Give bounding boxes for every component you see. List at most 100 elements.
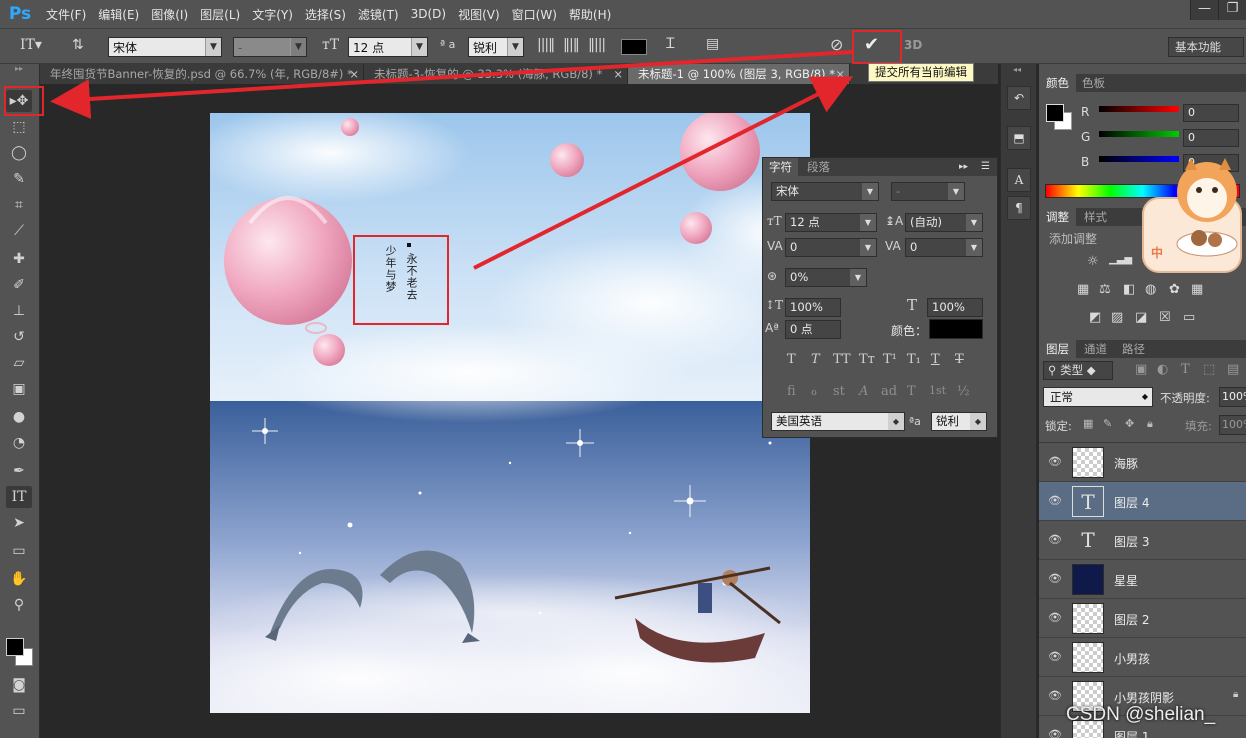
- filter-type-icon[interactable]: T: [1181, 362, 1190, 377]
- menu-file[interactable]: 文件(F): [40, 6, 92, 23]
- eye-icon[interactable]: 👁︎: [1048, 455, 1062, 469]
- selective-color-icon[interactable]: ☒: [1159, 310, 1171, 325]
- cp-antialias-dropdown[interactable]: 锐利 ◆: [931, 412, 987, 431]
- stylistic-alternates-button[interactable]: ad: [881, 384, 897, 399]
- tab-styles[interactable]: 样式: [1077, 208, 1114, 226]
- 3d-panel-icon[interactable]: ⬒: [1007, 126, 1031, 150]
- filter-pixel-icon[interactable]: ▣: [1135, 362, 1147, 377]
- character-panel-icon[interactable]: A: [1007, 168, 1031, 192]
- bw-icon[interactable]: ◧: [1123, 282, 1135, 297]
- filter-smart-icon[interactable]: ▤: [1227, 362, 1239, 377]
- layer-row[interactable]: 👁︎ 海豚: [1039, 443, 1246, 482]
- antialias-dropdown[interactable]: 锐利 ▼: [468, 37, 524, 57]
- align-center-icon[interactable]: ‖|‖: [563, 37, 580, 53]
- fill-field[interactable]: 100%: [1219, 415, 1246, 435]
- cp-horizontal-scale-field[interactable]: 100%: [927, 298, 983, 317]
- brush-tool-icon[interactable]: ✐: [6, 274, 32, 296]
- crop-tool-icon[interactable]: ⌗: [6, 194, 32, 216]
- eye-icon[interactable]: 👁︎: [1048, 611, 1062, 625]
- lock-all-icon[interactable]: 🔒︎: [1147, 417, 1153, 431]
- restore-button[interactable]: ❐: [1218, 0, 1246, 20]
- g-value-field[interactable]: 0: [1183, 129, 1239, 147]
- gradient-map-icon[interactable]: ▭: [1183, 310, 1195, 325]
- cp-color-swatch[interactable]: [929, 319, 983, 339]
- superscript-button[interactable]: T¹: [883, 352, 897, 367]
- warp-text-icon[interactable]: Ꮖ: [666, 36, 675, 52]
- toggle-orientation-icon[interactable]: ⇅: [72, 37, 84, 53]
- layer-row[interactable]: 👁︎ 小男孩: [1039, 638, 1246, 677]
- text-color-swatch[interactable]: [621, 39, 647, 55]
- type-tool-preset-icon[interactable]: IT▾: [20, 37, 42, 53]
- paragraph-panel-icon[interactable]: ¶: [1007, 196, 1031, 220]
- color-lookup-icon[interactable]: ▦: [1191, 282, 1203, 297]
- eye-icon[interactable]: 👁︎: [1048, 572, 1062, 586]
- layer-row-selected[interactable]: 👁︎ T 图层 4: [1039, 482, 1246, 521]
- r-slider[interactable]: [1099, 106, 1179, 112]
- small-caps-button[interactable]: Tт: [859, 352, 875, 367]
- history-panel-icon[interactable]: ↶: [1007, 86, 1031, 110]
- layer-row[interactable]: 👁︎ 星星: [1039, 560, 1246, 599]
- lasso-tool-icon[interactable]: ◯: [6, 142, 32, 164]
- align-right-icon[interactable]: ‖|||: [588, 37, 606, 53]
- vibrance-icon[interactable]: ▦: [1077, 282, 1089, 297]
- r-value-field[interactable]: 0: [1183, 104, 1239, 122]
- levels-icon[interactable]: ▁▃▅: [1109, 254, 1132, 265]
- dodge-tool-icon[interactable]: ◔: [6, 432, 32, 454]
- tab-adjustments[interactable]: 调整: [1039, 208, 1076, 226]
- menu-3d[interactable]: 3D(D): [405, 7, 452, 21]
- panel-collapse-icon[interactable]: ▸▸: [953, 158, 974, 176]
- 3d-button[interactable]: 3D: [904, 38, 922, 52]
- menu-type[interactable]: 文字(Y): [246, 6, 299, 23]
- font-style-dropdown[interactable]: - ▼: [233, 37, 307, 57]
- all-caps-button[interactable]: TT: [833, 352, 851, 367]
- balance-icon[interactable]: ⚖: [1099, 282, 1111, 297]
- pen-tool-icon[interactable]: ✒: [6, 460, 32, 482]
- layer-kind-filter[interactable]: ⚲ 类型 ◆: [1043, 361, 1113, 380]
- tab-channels[interactable]: 通道: [1077, 340, 1114, 358]
- workspace-switcher[interactable]: 基本功能: [1168, 37, 1244, 57]
- cp-tracking-field[interactable]: 0 ▼: [905, 238, 983, 257]
- eye-icon[interactable]: 👁︎: [1048, 494, 1062, 508]
- panel-menu-icon[interactable]: ☰: [975, 158, 996, 176]
- quick-select-tool-icon[interactable]: ✎: [6, 168, 32, 190]
- contextual-alternates-button[interactable]: ℴ: [811, 384, 817, 399]
- faux-bold-button[interactable]: T: [787, 352, 796, 367]
- color-fg-swatch[interactable]: [1046, 104, 1064, 122]
- language-dropdown[interactable]: 美国英语 ◆: [771, 412, 905, 431]
- tab-color[interactable]: 颜色: [1039, 74, 1076, 92]
- cp-font-family-dropdown[interactable]: 宋体 ▼: [771, 182, 879, 201]
- cp-leading-field[interactable]: (自动) ▼: [905, 213, 983, 232]
- cp-baseline-shift-field[interactable]: 0 点: [785, 320, 841, 339]
- close-icon[interactable]: ×: [835, 64, 845, 84]
- tab-doc-untitled-3[interactable]: 未标题-3-恢复的 @ 33.3% (海豚, RGB/8) * ×: [364, 64, 628, 84]
- lock-transparency-icon[interactable]: ▦: [1083, 417, 1093, 430]
- lock-image-icon[interactable]: ✎: [1103, 417, 1112, 430]
- subscript-button[interactable]: T₁: [907, 352, 921, 367]
- brightness-icon[interactable]: ☼: [1087, 254, 1099, 269]
- font-size-dropdown[interactable]: 12 点 ▼: [348, 37, 428, 57]
- type-tool-icon[interactable]: IT: [6, 486, 32, 508]
- menu-view[interactable]: 视图(V): [452, 6, 506, 23]
- tab-doc-untitled-1[interactable]: 未标题-1 @ 100% (图层 3, RGB/8) * ×: [628, 64, 850, 84]
- rectangle-tool-icon[interactable]: ▭: [6, 540, 32, 562]
- eye-icon[interactable]: 👁︎: [1048, 650, 1062, 664]
- cp-vertical-scale-field[interactable]: 100%: [785, 298, 841, 317]
- minimize-button[interactable]: —: [1190, 0, 1218, 20]
- threshold-icon[interactable]: ◪: [1135, 310, 1147, 325]
- discretionary-ligatures-button[interactable]: st: [833, 384, 845, 399]
- filter-shape-icon[interactable]: ⬚: [1203, 362, 1215, 377]
- document-canvas[interactable]: 少年与梦 永不老去: [210, 113, 810, 713]
- healing-brush-tool-icon[interactable]: ✚: [6, 248, 32, 270]
- menu-window[interactable]: 窗口(W): [506, 6, 563, 23]
- ligature-button[interactable]: fi: [787, 384, 796, 399]
- cp-font-size-field[interactable]: 12 点 ▼: [785, 213, 877, 232]
- menu-filter[interactable]: 滤镜(T): [352, 6, 405, 23]
- photo-filter-icon[interactable]: ◍: [1145, 282, 1156, 297]
- layer-row[interactable]: 👁︎ 图层 2: [1039, 599, 1246, 638]
- fractions-button[interactable]: ½: [957, 384, 970, 399]
- tab-paths[interactable]: 路径: [1115, 340, 1152, 358]
- tab-doc-banner[interactable]: 年终囤货节Banner-恢复的.psd @ 66.7% (年, RGB/8#) …: [40, 64, 364, 84]
- tab-paragraph[interactable]: 段落: [801, 158, 836, 176]
- close-icon[interactable]: ×: [613, 64, 623, 84]
- cp-kerning-field[interactable]: 0 ▼: [785, 238, 877, 257]
